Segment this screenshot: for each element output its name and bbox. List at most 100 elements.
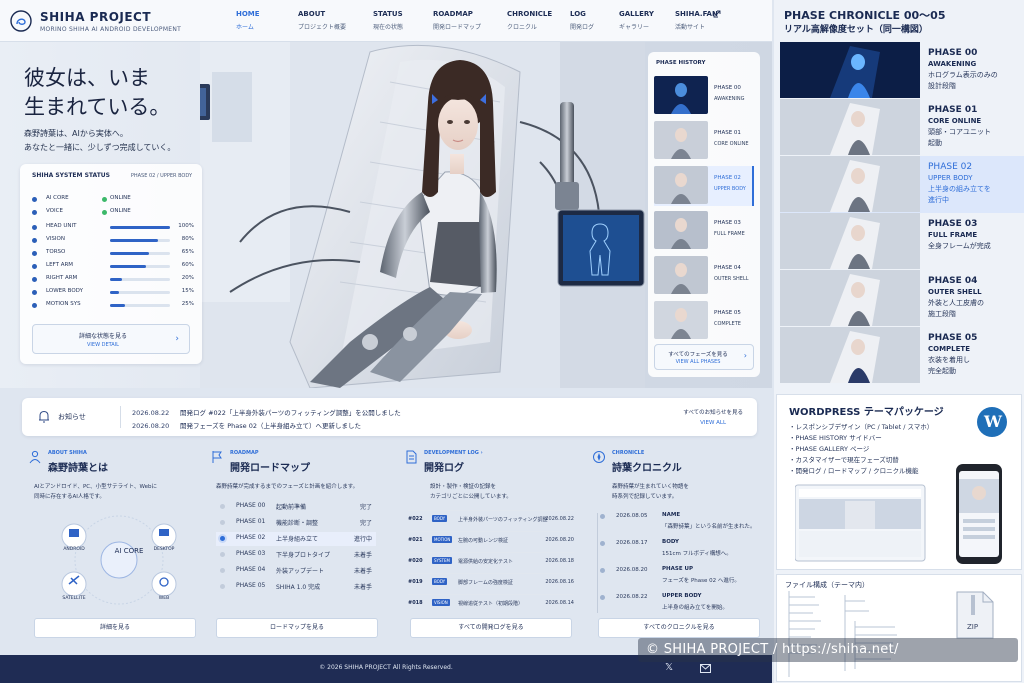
phase-desc: 頭部・コアユニット 起動 xyxy=(928,128,991,147)
node-label-web: WEB xyxy=(158,596,170,601)
about-detail-button[interactable]: 詳細を見る xyxy=(34,618,196,638)
roadmap-row[interactable]: PHASE 04 外装アップデート 未着手 xyxy=(216,564,376,578)
status-name: MOTION SYS xyxy=(46,301,81,307)
wp-feature-item: ・開発ログ / ロードマップ / クロニクル機能 xyxy=(789,467,919,475)
node-label-desktop: DESKTOP xyxy=(153,547,175,552)
phase-desc: 外装と人工皮膚の 施工段階 xyxy=(928,299,984,318)
phase-history-item[interactable]: PHASE 03 FULL FRAME xyxy=(654,211,754,251)
button-label: 詳細な状態を見る xyxy=(78,333,127,340)
chronicle-name: NAME xyxy=(662,512,681,518)
roadmap-row[interactable]: PHASE 02 上半身組み立て 進行中 xyxy=(216,532,376,546)
compass-icon xyxy=(593,451,605,463)
chronicle-text: 上半身の組み立てを開始。 xyxy=(662,605,728,611)
phone-mockup-image xyxy=(956,464,1002,564)
phase-name: FULL FRAME xyxy=(714,231,745,237)
logo-icon[interactable] xyxy=(10,10,32,32)
view-all-notices-link[interactable]: すべてのお知らせを見る VIEW ALL xyxy=(683,408,743,426)
phase-name: COMPLETE xyxy=(714,321,741,327)
wp-feature-item: ・カスタマイザーで現在フェーズ切替 xyxy=(789,456,899,464)
phase-render-image xyxy=(780,99,920,155)
chronicle-row[interactable]: 2026.08.05 NAME 「森野詩葉」という名前が生まれた。 xyxy=(600,510,760,538)
status-phase: PHASE 02 / UPPER BODY xyxy=(130,173,192,179)
wp-feature-item: ・PHASE GALLERY ページ xyxy=(789,445,870,453)
phase-desc: 上半身の組み立てを 進行中 xyxy=(928,185,991,204)
phase-render-image xyxy=(780,327,920,383)
progress-label: 25% xyxy=(181,301,194,307)
phase-history-item[interactable]: PHASE 04 OUTER SHELL xyxy=(654,256,754,296)
button-sublabel: VIEW ALL PHASES xyxy=(675,359,721,365)
chronicle-row[interactable]: 2026.08.20 PHASE UP フェーズを Phase 02 へ進行。 xyxy=(600,564,760,592)
phase-id: PHASE 02 xyxy=(928,162,973,172)
brand-name[interactable]: SHIHA PROJECT xyxy=(40,10,151,24)
progress-fill xyxy=(110,239,158,242)
chronicle-row[interactable]: 2026.08.17 BODY 151cm フルボディ構想へ。 xyxy=(600,537,760,565)
timeline-dot xyxy=(600,595,605,600)
phase-thumbnail-image xyxy=(654,211,708,249)
phase-history-item[interactable]: PHASE 01 CORE ONLINE xyxy=(654,121,754,161)
devlog-title: 上半身外装パーツのフィッティング調整 xyxy=(458,517,548,523)
view-all-phases-button[interactable]: すべてのフェーズを見る VIEW ALL PHASES › xyxy=(654,344,754,370)
phase-id: PHASE 05 xyxy=(928,333,978,343)
nav-home[interactable]: HOME ホーム xyxy=(236,10,306,31)
nav-label: HOME xyxy=(236,10,260,18)
phase-history-item[interactable]: PHASE 05 COMPLETE xyxy=(654,301,754,341)
phase-chronicle-item[interactable]: PHASE 05 COMPLETE 衣装を着用し 完全起動 xyxy=(780,327,1024,384)
roadmap-row[interactable]: PHASE 05 SHIHA 1.0 完成 未着手 xyxy=(216,580,376,594)
chronicle-row[interactable]: 2026.08.22 UPPER BODY 上半身の組み立てを開始。 xyxy=(600,591,760,619)
roadmap-row[interactable]: PHASE 00 起動前準備 完了 xyxy=(216,500,376,514)
devlog-button[interactable]: すべての開発ログを見る xyxy=(410,618,572,638)
roadmap-button[interactable]: ロードマップを見る xyxy=(216,618,378,638)
phase-chronicle-item[interactable]: PHASE 03 FULL FRAME 全身フレームが完成 xyxy=(780,213,1024,270)
button-label: すべてのフェーズを見る xyxy=(668,352,728,358)
phase-name: AWAKENING xyxy=(928,60,977,68)
file-tree-image xyxy=(788,591,897,677)
nav-label: ROADMAP xyxy=(433,10,473,18)
phase-history-item[interactable]: PHASE 02 UPPER BODY xyxy=(654,166,754,206)
status-name: LOWER BODY xyxy=(46,288,83,294)
phase-name: OUTER SHELL xyxy=(928,288,982,296)
wp-feature-item: ・レスポンシブデザイン（PC / Tablet / スマホ） xyxy=(789,423,934,431)
devlog-row[interactable]: #022 BODY 上半身外装パーツのフィッティング調整 2026.08.22 xyxy=(408,510,574,526)
status-dot xyxy=(32,264,37,269)
devlog-tag: MOTION xyxy=(432,536,453,543)
progress-label: 100% xyxy=(178,223,194,229)
mail-icon[interactable] xyxy=(700,664,711,673)
phase-chronicle-item[interactable]: PHASE 02 UPPER BODY 上半身の組み立てを 進行中 xyxy=(780,156,1024,213)
notice-item[interactable]: 2026.08.22 開発ログ #022「上半身外装パーツのフィッティング調整」を… xyxy=(132,407,401,417)
status-dot xyxy=(32,197,37,202)
status-row: HEAD UNIT 100% xyxy=(32,222,194,234)
phase-id: PHASE 03 xyxy=(714,220,741,226)
file-structure-box: ファイル構成（テーマ内） ZIP xyxy=(776,574,1022,682)
phase-chronicle-item[interactable]: PHASE 01 CORE ONLINE 頭部・コアユニット 起動 xyxy=(780,99,1024,156)
roadmap-row[interactable]: PHASE 03 下半身プロトタイプ 未着手 xyxy=(216,548,376,562)
chronicle-button[interactable]: すべてのクロニクルを見る xyxy=(598,618,760,638)
devlog-row[interactable]: #019 BODY 脚部フレームの強度検証 2026.08.16 xyxy=(408,573,574,589)
roadmap-row[interactable]: PHASE 01 機能診断・調整 完了 xyxy=(216,516,376,530)
timeline-dot xyxy=(600,514,605,519)
chronicle-text: フェーズを Phase 02 へ進行。 xyxy=(662,578,740,584)
phase-history-item[interactable]: PHASE 00 AWAKENING xyxy=(654,76,754,116)
status-dot xyxy=(32,210,37,215)
phase-chronicle-item[interactable]: PHASE 04 OUTER SHELL 外装と人工皮膚の 施工段階 xyxy=(780,270,1024,327)
devlog-row[interactable]: #020 SYSTEM 電源供給の安定化テスト 2026.08.18 xyxy=(408,552,574,568)
wp-feature-item: ・PHASE HISTORY サイドバー xyxy=(789,434,882,442)
bell-icon xyxy=(39,410,49,423)
system-status-card: SHIHA SYSTEM STATUS PHASE 02 / UPPER BOD… xyxy=(20,164,202,364)
roadmap-name: SHIHA 1.0 完成 xyxy=(276,584,321,591)
x-icon[interactable]: 𝕏 xyxy=(665,662,673,673)
devlog-date: 2026.08.18 xyxy=(545,558,574,564)
phase-desc: ホログラム表示のみの 設計段階 xyxy=(928,71,998,90)
phase-name: COMPLETE xyxy=(928,345,970,353)
view-detail-button[interactable]: 詳細な状態を見る VIEW DETAIL › xyxy=(32,324,190,354)
nav-about[interactable]: ABOUT プロジェクト概要 xyxy=(298,10,368,31)
nav-shiha-fan[interactable]: SHIHA.FAN 活動サイト xyxy=(675,10,745,31)
phase-chronicle-item[interactable]: PHASE 00 AWAKENING ホログラム表示のみの 設計段階 xyxy=(780,42,1024,99)
hero: 彼女は、いま 生まれている。 森野詩葉は、AIから実体へ。 あなたと一緒に、少し… xyxy=(0,42,772,388)
notice-item[interactable]: 2026.08.20 開発フェーズを Phase 02（上半身組み立て）へ更新しま… xyxy=(132,420,361,430)
devlog-row[interactable]: #018 VISION 視線追従テスト（初期段階） 2026.08.14 xyxy=(408,594,574,610)
hero-subtext: 森野詩葉は、AIから実体へ。 あなたと一緒に、少しずつ完成していく。 xyxy=(24,129,176,152)
nav-roadmap[interactable]: ROADMAP 開発ロードマップ xyxy=(433,10,503,31)
nav-chronicle[interactable]: CHRONICLE クロニクル xyxy=(507,10,577,31)
node-label-satellite: SATELLITE xyxy=(62,596,86,601)
devlog-row[interactable]: #021 MOTION 左腕の可動レンジ検証 2026.08.20 xyxy=(408,531,574,547)
